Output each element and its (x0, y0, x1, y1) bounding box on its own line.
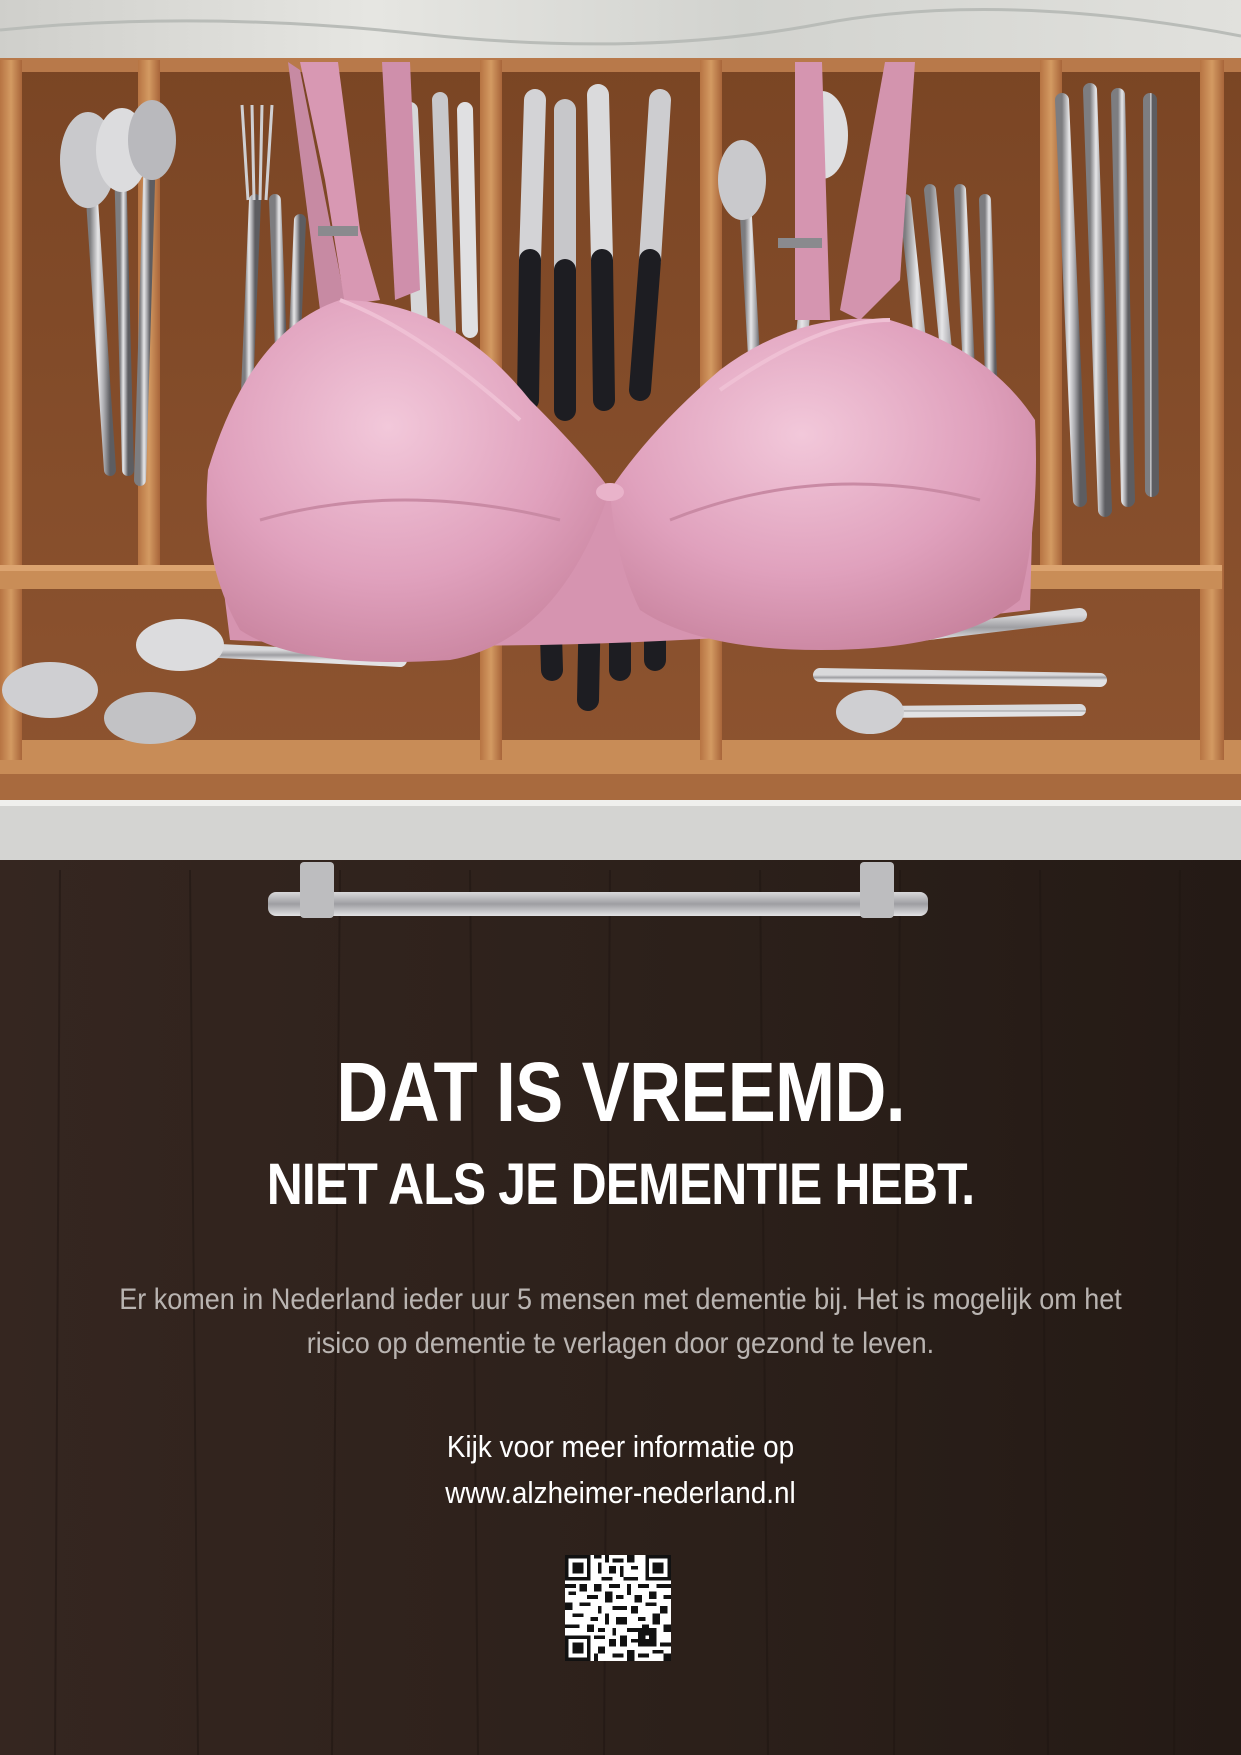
subheadline: NIET ALS JE DEMENTIE HEBT. (266, 1152, 975, 1217)
cta-text: Kijk voor meer informatie op (446, 1429, 795, 1464)
headline: DAT IS VREEMD. (336, 1045, 905, 1139)
body-line: Er komen in Nederland ieder uur 5 mensen… (119, 1283, 1122, 1316)
call-to-action: Kijk voor meer informatie op www.alzheim… (62, 1424, 1179, 1516)
body-copy: Er komen in Nederland ieder uur 5 mensen… (116, 1278, 1125, 1366)
qr-code-icon[interactable] (565, 1555, 671, 1661)
website-link[interactable]: www.alzheimer-nederland.nl (62, 1470, 1179, 1516)
body-line: risico op dementie te verlagen door gezo… (306, 1327, 935, 1360)
